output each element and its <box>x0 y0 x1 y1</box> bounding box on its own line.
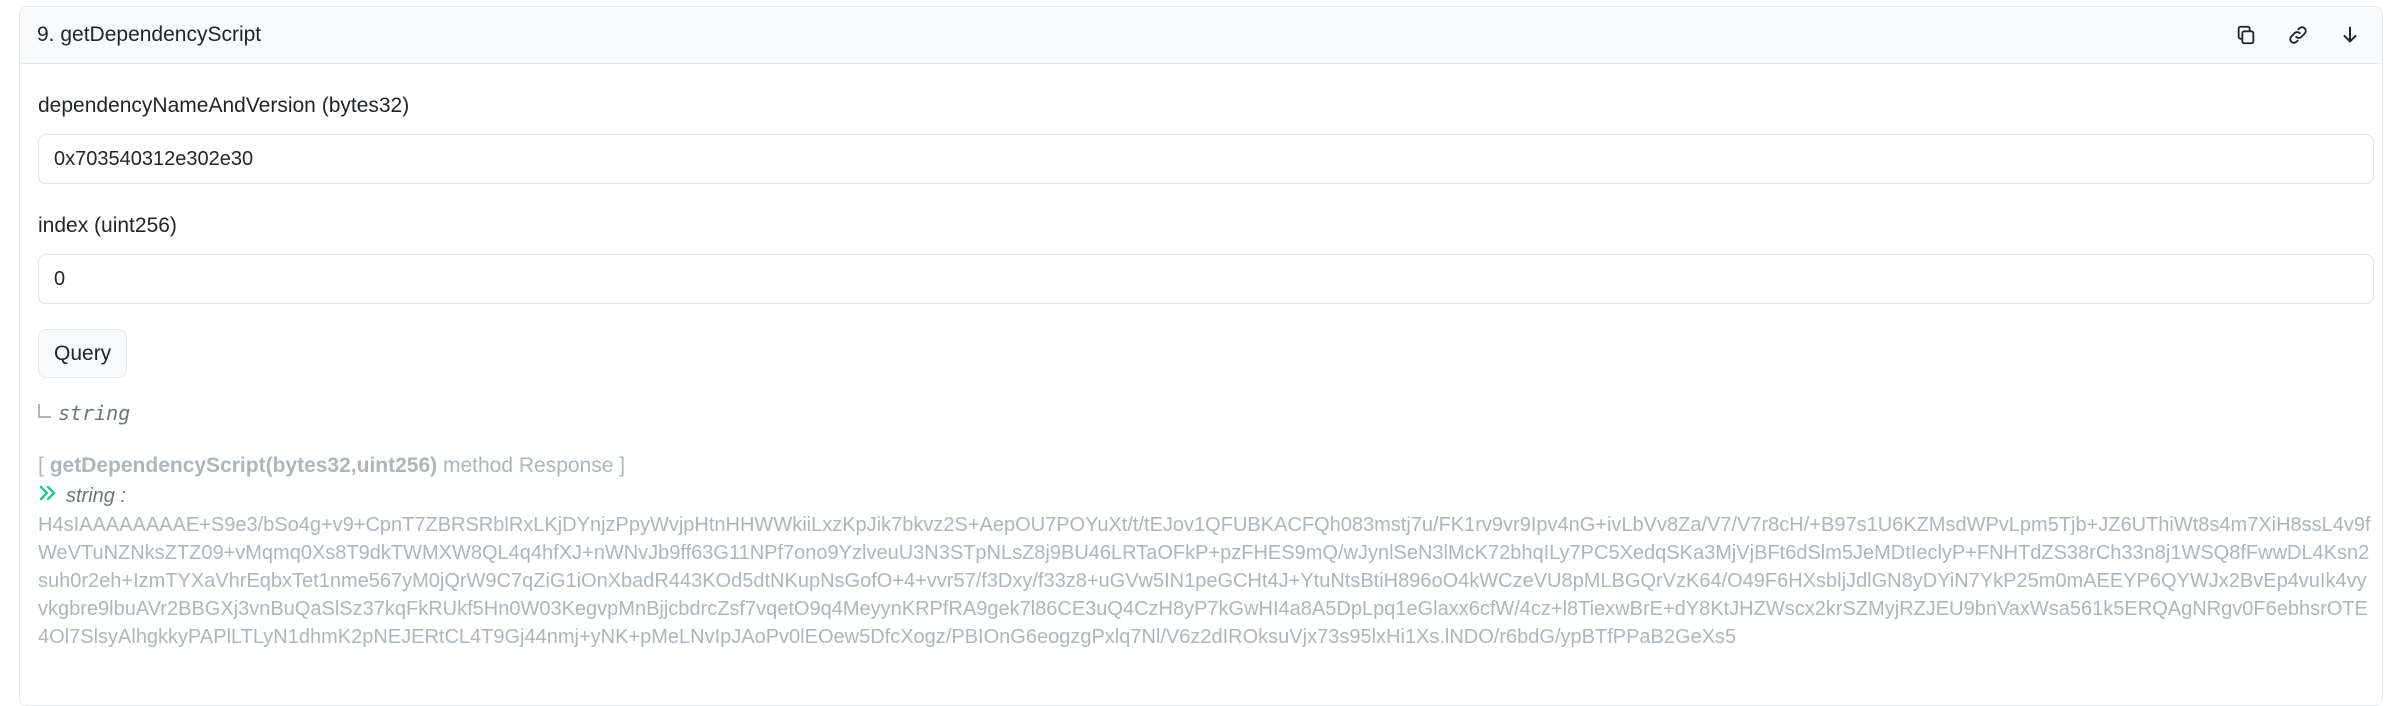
response-value: H4sIAAAAAAAAE+S9e3/bSo4g+v9+CpnT7ZBRSRbl… <box>38 514 2371 648</box>
arrow-down-icon[interactable] <box>2324 15 2376 55</box>
link-icon[interactable] <box>2272 15 2324 55</box>
copy-icon[interactable] <box>2220 15 2272 55</box>
method-title: 9. getDependencyScript <box>37 23 262 46</box>
query-button[interactable]: Query <box>38 329 128 378</box>
method-body: dependencyNameAndVersion (bytes32) 0x703… <box>20 93 2382 651</box>
double-chevron-right-icon <box>38 484 58 508</box>
field-label-dependency: dependencyNameAndVersion (bytes32) <box>38 94 410 117</box>
output-type: string <box>38 400 2364 426</box>
index-input[interactable]: 0 <box>38 254 2374 304</box>
response-type-label: string : <box>66 484 127 507</box>
response-header: [ getDependencyScript(bytes32,uint256) m… <box>38 453 2364 479</box>
response-open-bracket: [ <box>38 454 44 477</box>
header-actions <box>2220 15 2376 55</box>
tree-corner-icon <box>38 404 51 418</box>
response-method-name: getDependencyScript(bytes32,uint256) <box>49 454 438 477</box>
output-type-label: string <box>58 401 131 425</box>
dependency-name-input[interactable]: 0x703540312e302e30 <box>38 134 2374 184</box>
response-suffix: method Response ] <box>442 454 626 477</box>
method-header[interactable]: 9. getDependencyScript <box>20 7 2382 64</box>
response-type-row: string : <box>38 482 2364 510</box>
field-label-index: index (uint256) <box>38 214 177 237</box>
method-card: 9. getDependencyScript dependencyNameAnd… <box>19 6 2383 706</box>
